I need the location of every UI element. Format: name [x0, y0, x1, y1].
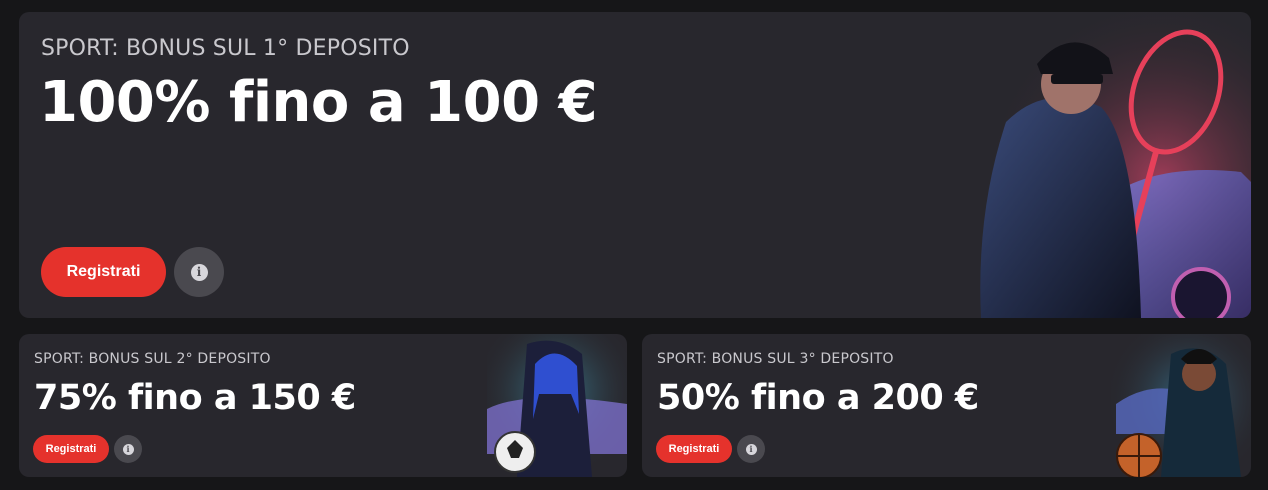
bonus-card-second-deposit: SPORT: BONUS SUL 2° DEPOSITO 75% fino a … — [19, 334, 627, 477]
bonus-eyebrow: SPORT: BONUS SUL 1° DEPOSITO — [41, 36, 410, 61]
info-icon: i — [745, 443, 757, 455]
basketball-player-illustration — [1111, 334, 1251, 477]
info-button[interactable]: i — [737, 435, 765, 463]
info-icon: i — [122, 443, 134, 455]
bonus-headline: 75% fino a 150 € — [34, 378, 356, 418]
info-button[interactable]: i — [174, 247, 224, 297]
bonus-eyebrow: SPORT: BONUS SUL 3° DEPOSITO — [657, 351, 894, 367]
bonus-headline: 50% fino a 200 € — [657, 378, 979, 418]
info-icon: i — [190, 263, 208, 281]
bonus-card-first-deposit: SPORT: BONUS SUL 1° DEPOSITO 100% fino a… — [19, 12, 1251, 318]
bonus-eyebrow: SPORT: BONUS SUL 2° DEPOSITO — [34, 351, 271, 367]
bonus-offers-page: SPORT: BONUS SUL 1° DEPOSITO 100% fino a… — [0, 0, 1268, 490]
soccer-player-illustration — [487, 334, 627, 477]
register-button[interactable]: Registrati — [656, 435, 732, 463]
info-button[interactable]: i — [114, 435, 142, 463]
athlete-illustration — [951, 12, 1251, 318]
register-button[interactable]: Registrati — [41, 247, 166, 297]
bonus-card-third-deposit: SPORT: BONUS SUL 3° DEPOSITO 50% fino a … — [642, 334, 1251, 477]
register-button[interactable]: Registrati — [33, 435, 109, 463]
bonus-headline: 100% fino a 100 € — [39, 70, 598, 135]
